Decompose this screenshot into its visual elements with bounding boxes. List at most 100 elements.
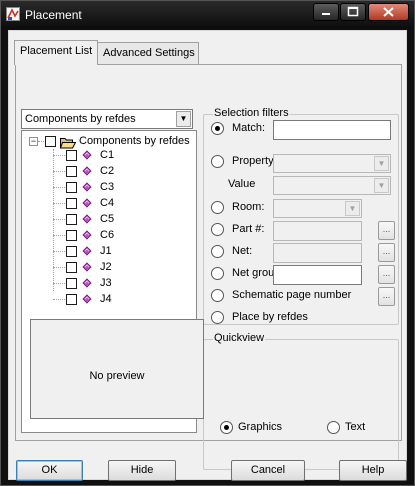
value-dropdown[interactable]: ▼ xyxy=(273,176,391,195)
tree-connector xyxy=(53,155,65,156)
tree-item-checkbox[interactable] xyxy=(66,294,77,305)
ok-button[interactable]: OK xyxy=(16,460,83,481)
tree-connector xyxy=(53,251,65,252)
net-browse-button[interactable]: ... xyxy=(378,243,395,262)
tree-item[interactable]: C5 xyxy=(22,212,192,228)
placement-window: Placement Placement List Advanced Settin… xyxy=(0,0,415,486)
text-radio[interactable] xyxy=(327,421,340,434)
schematic-page-browse-button[interactable]: ... xyxy=(378,287,395,306)
tree-connector xyxy=(38,141,44,142)
net-radio[interactable] xyxy=(211,245,224,258)
net-group-radio[interactable] xyxy=(211,267,224,280)
tree-item-checkbox[interactable] xyxy=(66,262,77,273)
tree-item[interactable]: C3 xyxy=(22,180,192,196)
tree-item-checkbox[interactable] xyxy=(66,214,77,225)
close-icon xyxy=(383,7,394,17)
tab-advanced-settings[interactable]: Advanced Settings xyxy=(97,42,199,64)
chevron-down-icon[interactable]: ▼ xyxy=(374,178,389,193)
tree-connector xyxy=(53,187,65,188)
close-button[interactable] xyxy=(368,3,409,21)
component-icon xyxy=(82,262,92,272)
tree-item[interactable]: J1 xyxy=(22,244,192,260)
tree-root-checkbox[interactable] xyxy=(45,136,56,147)
quickview-group xyxy=(203,339,399,470)
room-radio[interactable] xyxy=(211,201,224,214)
tree-item[interactable]: C4 xyxy=(22,196,192,212)
tree-item[interactable]: C1 xyxy=(22,148,192,164)
graphics-radio[interactable] xyxy=(220,421,233,434)
tree-item-checkbox[interactable] xyxy=(66,246,77,257)
room-label: Room: xyxy=(232,201,265,213)
tree-item-label: J2 xyxy=(100,261,112,273)
window-title: Placement xyxy=(25,8,82,22)
chevron-down-icon[interactable]: ▼ xyxy=(176,111,191,127)
title-bar[interactable]: Placement xyxy=(1,1,414,29)
dialog-client-area: Placement List Advanced Settings Compone… xyxy=(8,30,407,480)
tree-item-label: C6 xyxy=(100,229,115,241)
chevron-down-icon[interactable]: ▼ xyxy=(345,201,360,216)
match-radio[interactable] xyxy=(211,122,224,135)
ellipsis-icon: ... xyxy=(382,290,391,300)
match-input[interactable] xyxy=(273,120,391,140)
part-number-browse-button[interactable]: ... xyxy=(378,221,395,240)
tab-label: Advanced Settings xyxy=(103,47,195,59)
tree-connector xyxy=(53,171,65,172)
maximize-icon xyxy=(347,6,359,17)
net-input[interactable] xyxy=(273,243,362,263)
text-label: Text xyxy=(345,421,366,433)
component-icon xyxy=(82,294,92,304)
tree-item[interactable]: J3 xyxy=(22,276,192,292)
chevron-down-icon[interactable]: ▼ xyxy=(374,156,389,171)
place-by-refdes-label: Place by refdes xyxy=(232,311,308,323)
tree-item-label: C5 xyxy=(100,213,115,225)
tree-connector xyxy=(53,283,65,284)
property-dropdown[interactable]: ▼ xyxy=(273,154,391,173)
tree-connector xyxy=(53,299,65,300)
tree-item[interactable]: J4 xyxy=(22,292,192,308)
room-dropdown[interactable]: ▼ xyxy=(273,199,362,218)
tree-item-label: J3 xyxy=(100,277,112,289)
tree-item-checkbox[interactable] xyxy=(66,198,77,209)
property-radio[interactable] xyxy=(211,155,224,168)
place-by-refdes-radio[interactable] xyxy=(211,311,224,324)
minimize-button[interactable] xyxy=(313,3,339,21)
collapse-icon[interactable]: − xyxy=(29,137,38,146)
hide-button[interactable]: Hide xyxy=(108,460,176,481)
schematic-page-radio[interactable] xyxy=(211,289,224,302)
cancel-button[interactable]: Cancel xyxy=(231,460,305,481)
net-label: Net: xyxy=(232,245,253,257)
match-label: Match: xyxy=(232,122,266,134)
tree-item[interactable]: C6 xyxy=(22,228,192,244)
hide-button-label: Hide xyxy=(130,464,154,476)
tree-item-checkbox[interactable] xyxy=(66,150,77,161)
tree-item[interactable]: C2 xyxy=(22,164,192,180)
component-icon xyxy=(82,246,92,256)
tree-item-checkbox[interactable] xyxy=(66,182,77,193)
part-number-label: Part #: xyxy=(232,223,265,235)
tree-item-checkbox[interactable] xyxy=(66,230,77,241)
list-filter-dropdown[interactable]: Components by refdes ▼ xyxy=(21,109,193,129)
schematic-page-label: Schematic page number xyxy=(232,289,352,301)
component-icon xyxy=(82,150,92,160)
placement-app-icon xyxy=(6,7,20,21)
part-number-input[interactable] xyxy=(273,221,362,241)
list-filter-value: Components by refdes xyxy=(25,113,136,125)
selection-filters-title: Selection filters xyxy=(213,107,290,119)
component-icon xyxy=(82,198,92,208)
net-group-input[interactable] xyxy=(273,265,362,285)
tree-item-label: C4 xyxy=(100,197,115,209)
property-label: Property: xyxy=(232,155,277,167)
tree-item-label: J1 xyxy=(100,245,112,257)
tree-connector xyxy=(53,203,65,204)
net-group-browse-button[interactable]: ... xyxy=(378,265,395,284)
component-icon xyxy=(82,278,92,288)
maximize-button[interactable] xyxy=(340,3,366,21)
tree-item-checkbox[interactable] xyxy=(66,166,77,177)
component-icon xyxy=(82,166,92,176)
help-button[interactable]: Help xyxy=(339,460,407,481)
tab-placement-list[interactable]: Placement List xyxy=(14,40,98,65)
tree-item[interactable]: J2 xyxy=(22,260,192,276)
part-number-radio[interactable] xyxy=(211,223,224,236)
ellipsis-icon: ... xyxy=(382,268,391,278)
tree-item-checkbox[interactable] xyxy=(66,278,77,289)
